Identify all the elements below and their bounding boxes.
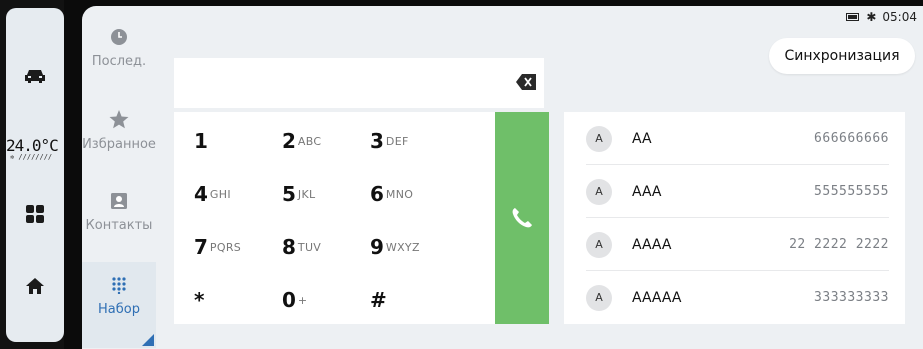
tab-label: Послед. [91,54,147,69]
star-icon [109,110,129,129]
dialpad-key-digit: 0 [282,288,296,312]
avatar: A [586,178,612,205]
call-button[interactable] [495,112,549,324]
dialpad-key[interactable]: 6 MNO [370,169,460,219]
dialpad-key-digit: 4 [194,182,208,206]
dialpad-key-letters: PQRS [209,240,242,254]
dialpad-key-digit: 7 [194,235,208,259]
dialpad-key-letters: DEF [385,134,409,148]
active-corner-indicator [142,334,154,346]
dialpad-key[interactable]: 4 GHI [194,169,284,219]
tab-label: Набор [98,302,140,317]
tab-dialpad[interactable]: Набор [82,262,156,348]
separator [64,0,84,349]
tab-favorites[interactable]: Избранное [82,110,156,186]
contact-name: AA [632,130,652,147]
contact-name: AAAA [632,236,672,253]
contact-name: AAA [632,183,662,200]
contact-number: 555555555 [814,184,889,199]
dialpad-key-letters: GHI [209,187,231,201]
car-icon [25,70,45,83]
status-bar: ✱ 05:04 [846,10,917,24]
sync-button[interactable]: Синхронизация [769,38,915,74]
tab-contacts[interactable]: Контакты [82,192,156,268]
tab-label: Контакты [85,218,153,233]
list-item[interactable]: A AAAAA 333333333 [564,271,905,324]
dialpad-key[interactable]: 8 TUV [282,222,372,272]
clock-time: 05:04 [882,10,917,24]
car-button[interactable] [6,56,64,96]
list-item[interactable]: A AAA 555555555 [564,165,905,218]
phone-app: ✱ 05:04 Послед. Избранное Контакты Набор… [82,6,923,349]
apps-button[interactable] [6,194,64,234]
contact-number: 22 2222 2222 [789,237,889,252]
phone-icon [512,208,532,228]
home-icon [26,278,44,294]
tab-label: Избранное [82,137,156,152]
clock-icon [111,29,127,45]
dialpad-key[interactable]: * [194,275,284,325]
contact-card-icon [111,193,127,209]
backspace-icon[interactable] [516,74,536,90]
dialpad-key-digit: 1 [194,129,208,153]
dialpad-key-digit: * [194,288,205,312]
avatar: A [586,284,612,311]
dialpad-key-letters: ABC [297,134,322,148]
contact-suggestions-list: A AA 666666666 A AAA 555555555 A AAAA 22 2222 22… [564,112,905,324]
dialpad-key[interactable]: 0 + [282,275,372,325]
dialpad-key[interactable]: 9 WXYZ [370,222,460,272]
dialpad-key[interactable]: 2 ABC [282,116,372,166]
dialpad-key-letters: WXYZ [385,240,420,254]
dialpad-key[interactable]: 3 DEF [370,116,460,166]
avatar: A [586,125,612,152]
dialpad: 1 2 ABC 3 DEF 4 GHI 5 JKL 6 MNO 7 PQRS 8 TUV 9 WXYZ * 0 + # [174,112,496,324]
dialpad-key-letters: JKL [297,187,316,201]
battery-icon [846,13,860,21]
dialpad-key[interactable]: # [370,275,460,325]
dialpad-key-letters: MNO [385,187,414,201]
vehicle-sidebar: 24.0°C ✲ //////// [6,8,64,342]
dialpad-key[interactable]: 5 JKL [282,169,372,219]
contact-number: 333333333 [814,290,889,305]
list-item[interactable]: A AAAA 22 2222 2222 [564,218,905,271]
dialpad-key-digit: 2 [282,129,296,153]
dialpad-key-digit: 5 [282,182,296,206]
dialpad-key-digit: # [370,288,387,312]
dialpad-key-digit: 6 [370,182,384,206]
dialpad-icon [112,277,126,294]
dial-number-field[interactable] [174,58,544,108]
contact-name: AAAAA [632,289,682,306]
dialpad-key[interactable]: 7 PQRS [194,222,284,272]
grid-icon [26,205,44,223]
bluetooth-icon: ✱ [866,10,877,24]
dialpad-key-digit: 9 [370,235,384,259]
dialpad-key-digit: 8 [282,235,296,259]
tab-recent[interactable]: Послед. [82,28,156,104]
dialpad-key-letters: TUV [297,240,322,254]
dialpad-key-letters: + [297,293,308,307]
dialpad-key-digit: 3 [370,129,384,153]
avatar: A [586,231,612,258]
list-item[interactable]: A AA 666666666 [564,112,905,165]
home-button[interactable] [6,266,64,306]
dialpad-key[interactable]: 1 [194,116,284,166]
contact-number: 666666666 [814,131,889,146]
